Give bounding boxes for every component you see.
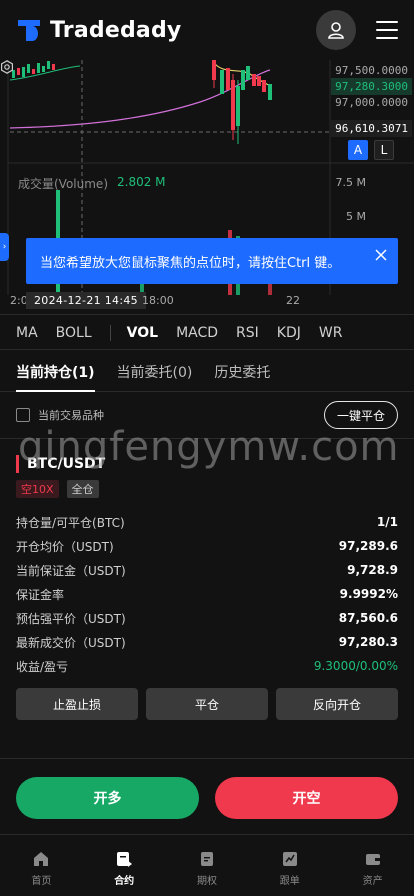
log-scale-button[interactable]: L xyxy=(374,140,394,160)
indicator-tabs: MA BOLL VOL MACD RSI KDJ WR xyxy=(0,316,414,350)
tp-sl-button[interactable]: 止盈止损 xyxy=(16,688,138,720)
home-icon xyxy=(34,851,49,866)
detail-value: 97,289.6 xyxy=(338,539,398,553)
crosshair-price-label: 96,610.3071 xyxy=(331,120,412,137)
menu-icon-bar xyxy=(376,29,398,31)
indicator-divider xyxy=(109,324,111,341)
divider xyxy=(0,834,414,835)
brand-logo-icon xyxy=(18,20,40,41)
volume-axis-label: 5 M xyxy=(346,210,366,223)
side-leverage-badge: 空10X xyxy=(16,480,59,498)
detail-key: 预估强平价（USDT) xyxy=(16,611,126,626)
nav-item-contract[interactable]: 合约 xyxy=(83,840,166,896)
nav-label: 合约 xyxy=(114,875,135,887)
pnl-value: 9.3000/0.00% xyxy=(313,659,398,673)
chart-settings-icon[interactable] xyxy=(0,60,14,74)
time-axis-tick: 22 xyxy=(286,294,300,307)
nav-item-assets[interactable]: 资产 xyxy=(331,840,414,896)
indicator-tab-ma[interactable]: MA xyxy=(16,325,38,341)
indicator-tab-rsi[interactable]: RSI xyxy=(236,325,259,341)
toast-message: 当您希望放大您鼠标聚焦的点位时，请按住Ctrl 键。 xyxy=(40,255,341,271)
indicator-tab-boll[interactable]: BOLL xyxy=(56,325,92,341)
detail-key: 持仓量/可平仓(BTC) xyxy=(16,515,125,530)
detail-row: 持仓量/可平仓(BTC) 1/1 xyxy=(16,510,398,534)
tab-current-orders[interactable]: 当前委托(0) xyxy=(117,352,193,392)
menu-icon-bar xyxy=(376,21,398,23)
top-header: Tradedady xyxy=(0,0,414,60)
nav-label: 跟单 xyxy=(279,875,300,887)
brand-logo[interactable]: Tradedady xyxy=(16,17,181,43)
detail-row: 收益/盈亏 9.3000/0.00% xyxy=(16,654,398,678)
detail-row: 开仓均价（USDT) 97,289.6 xyxy=(16,534,398,558)
detail-row: 最新成交价（USDT) 97,280.3 xyxy=(16,630,398,654)
nav-label: 资产 xyxy=(362,875,383,887)
detail-value: 1/1 xyxy=(376,515,398,529)
detail-value: 87,560.6 xyxy=(338,611,398,625)
trade-buttons: 开多 开空 xyxy=(16,777,398,819)
nav-item-copy-trade[interactable]: 跟单 xyxy=(248,840,331,896)
options-icon xyxy=(200,851,213,866)
current-symbol-checkbox[interactable] xyxy=(16,408,30,422)
price-axis-label: 97,500.0000 xyxy=(335,64,408,77)
auto-scale-button[interactable]: A xyxy=(348,140,368,160)
open-long-button[interactable]: 开多 xyxy=(16,777,199,819)
wallet-icon xyxy=(365,853,380,865)
margin-mode-badge: 全仓 xyxy=(66,480,99,498)
detail-row: 当前保证金（USDT) 9,728.9 xyxy=(16,558,398,582)
time-axis-tick: 18:00 xyxy=(142,294,174,307)
indicator-tab-kdj[interactable]: KDJ xyxy=(277,325,301,341)
detail-key: 当前保证金（USDT) xyxy=(16,563,126,578)
detail-value: 97,280.3 xyxy=(338,635,398,649)
detail-row: 预估强平价（USDT) 87,560.6 xyxy=(16,606,398,630)
close-icon[interactable] xyxy=(374,248,388,262)
indicator-tab-wr[interactable]: WR xyxy=(319,325,343,341)
contract-icon xyxy=(117,851,133,867)
current-price-label: 97,280.3000 xyxy=(331,78,412,95)
volume-value: 2.802 M xyxy=(117,175,166,189)
nav-label: 期权 xyxy=(196,875,217,887)
detail-key: 保证金率 xyxy=(16,587,65,602)
position-tabs: 当前持仓(1) 当前委托(0) 历史委托 xyxy=(0,352,414,392)
indicator-tab-macd[interactable]: MACD xyxy=(176,325,218,341)
tab-current-positions[interactable]: 当前持仓(1) xyxy=(16,352,95,392)
user-icon xyxy=(328,22,344,39)
zoom-hint-toast: 当您希望放大您鼠标聚焦的点位时，请按住Ctrl 键。 xyxy=(26,238,398,284)
detail-key: 最新成交价（USDT) xyxy=(16,635,126,650)
brand-name: Tradedady xyxy=(50,17,182,43)
detail-value: 9.9992% xyxy=(339,587,398,601)
detail-value: 9,728.9 xyxy=(347,563,398,577)
position-details: 持仓量/可平仓(BTC) 1/1 开仓均价（USDT) 97,289.6 当前保证金… xyxy=(16,510,398,678)
detail-key: 收益/盈亏 xyxy=(16,659,69,674)
volume-title: 成交量(Volume) xyxy=(18,177,108,191)
nav-item-options[interactable]: 期权 xyxy=(166,840,249,896)
volume-axis-label: 7.5 M xyxy=(335,176,366,189)
menu-button[interactable] xyxy=(376,21,398,39)
reverse-position-button[interactable]: 反向开仓 xyxy=(276,688,398,720)
detail-row: 保证金率 9.9992% xyxy=(16,582,398,606)
detail-key: 开仓均价（USDT) xyxy=(16,539,114,554)
watermark-text: qingfengymw.com xyxy=(18,424,400,470)
menu-icon-bar xyxy=(376,37,398,39)
close-position-button[interactable]: 平仓 xyxy=(146,688,268,720)
current-symbol-label: 当前交易品种 xyxy=(38,409,104,422)
indicator-tab-vol[interactable]: VOL xyxy=(127,325,158,341)
nav-label: 首页 xyxy=(31,875,52,887)
user-button[interactable] xyxy=(316,10,356,50)
open-short-button[interactable]: 开空 xyxy=(215,777,398,819)
price-axis-label: 97,000.0000 xyxy=(335,96,408,109)
tab-order-history[interactable]: 历史委托 xyxy=(214,352,270,392)
crosshair-date-label: 2024-12-21 14:45 xyxy=(26,292,146,309)
position-actions: 止盈止损 平仓 反向开仓 xyxy=(16,688,398,720)
bottom-nav: 首页 合约 期权 跟单 资产 xyxy=(0,840,414,896)
copy-trade-icon xyxy=(282,851,297,866)
divider xyxy=(0,758,414,759)
side-panel-handle[interactable]: › xyxy=(0,233,9,261)
nav-item-home[interactable]: 首页 xyxy=(0,840,83,896)
